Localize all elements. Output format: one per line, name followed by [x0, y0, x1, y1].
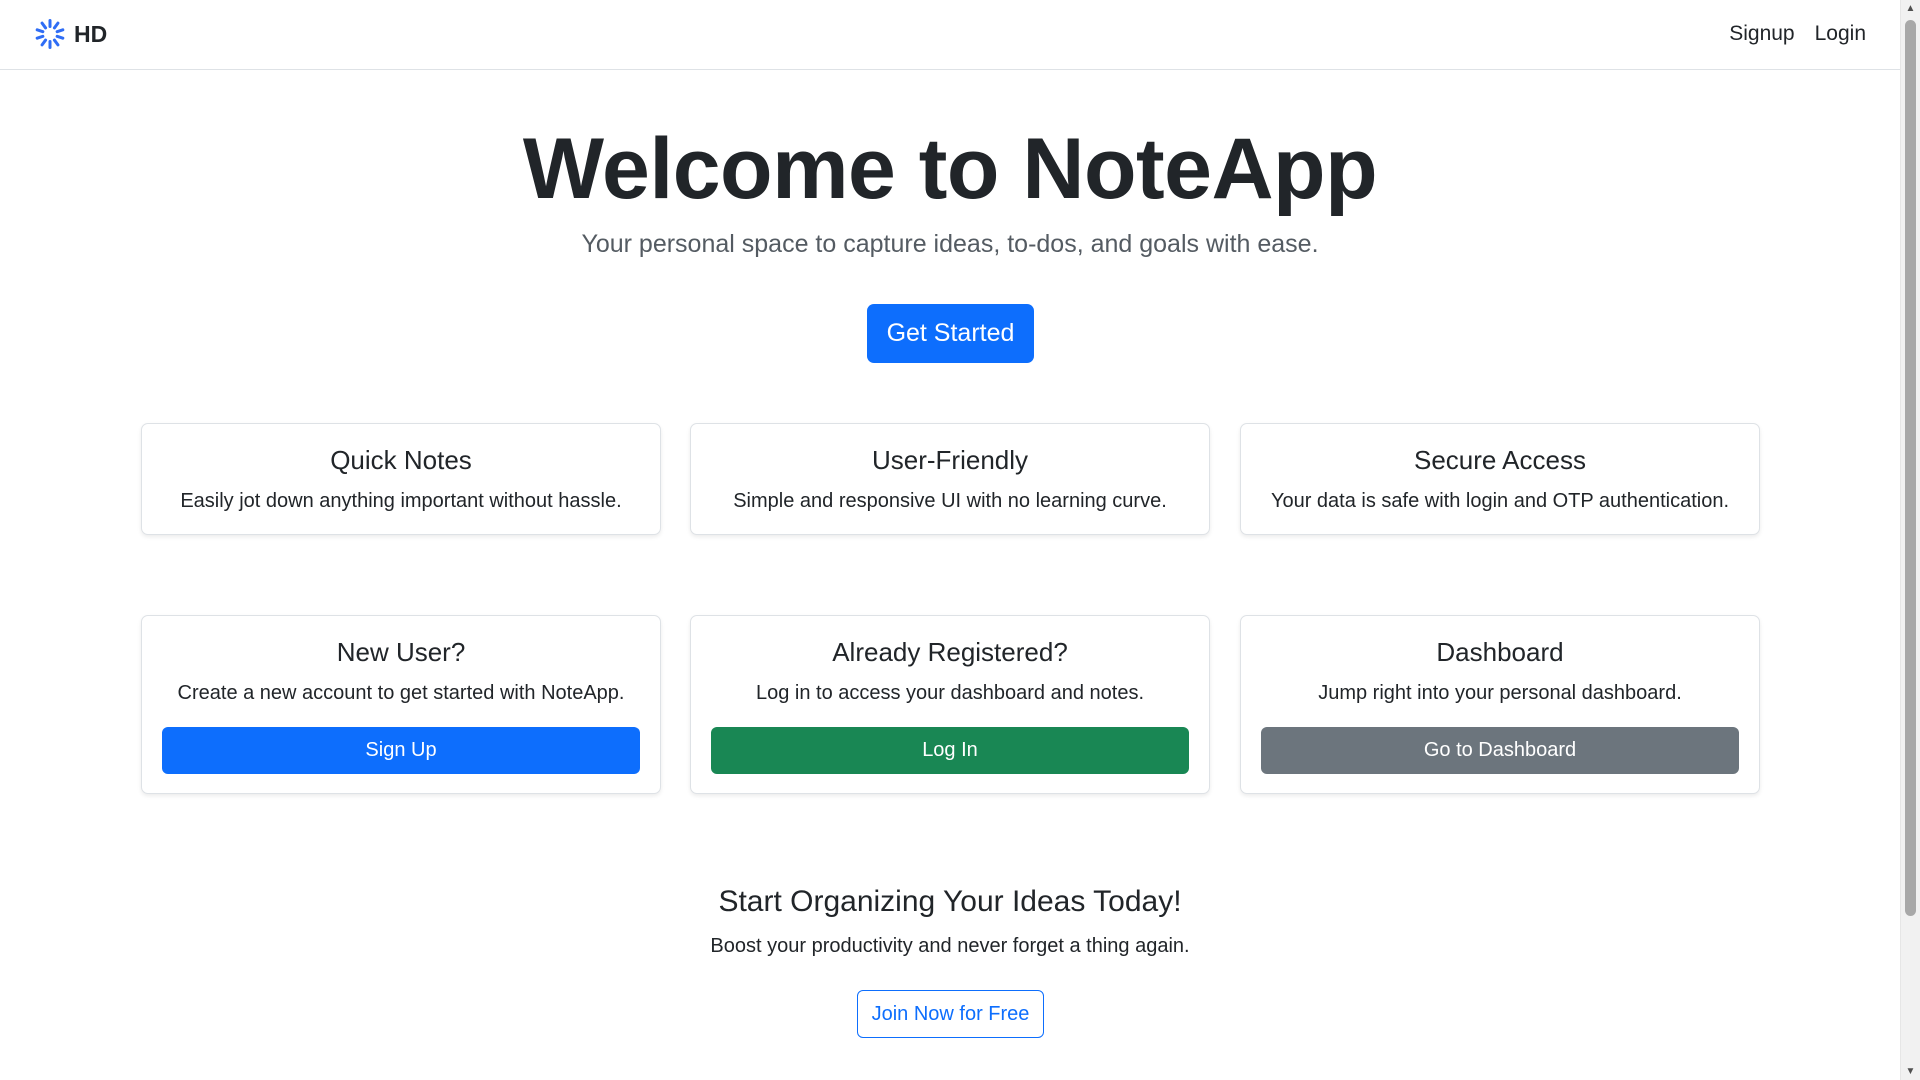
log-in-button[interactable]: Log In	[711, 727, 1189, 774]
cta-title: Start Organizing Your Ideas Today!	[718, 885, 1182, 918]
spinner-star-icon	[34, 18, 66, 50]
feature-card-user-friendly: User-Friendly Simple and responsive UI w…	[690, 423, 1210, 535]
card-text: Log in to access your dashboard and note…	[755, 682, 1145, 704]
scroll-down-arrow-icon[interactable]: ▼	[1901, 1063, 1920, 1080]
nav-login-link[interactable]: Login	[1815, 22, 1866, 46]
feature-card-secure-access: Secure Access Your data is safe with log…	[1240, 423, 1760, 535]
navbar: HD Signup Login	[0, 0, 1900, 70]
card-text: Create a new account to get started with…	[177, 682, 625, 704]
hero-title: Welcome to NoteApp	[522, 121, 1378, 217]
action-card-already-registered: Already Registered? Log in to access you…	[690, 615, 1210, 794]
card-text: Jump right into your personal dashboard.	[1318, 682, 1682, 704]
vertical-scrollbar[interactable]: ▲ ▼	[1900, 0, 1920, 1080]
card-title: Dashboard	[1436, 637, 1564, 667]
action-card-dashboard: Dashboard Jump right into your personal …	[1240, 615, 1760, 794]
action-card-new-user: New User? Create a new account to get st…	[141, 615, 661, 794]
card-title: Quick Notes	[330, 445, 472, 475]
feature-card-quick-notes: Quick Notes Easily jot down anything imp…	[141, 423, 661, 535]
go-to-dashboard-button[interactable]: Go to Dashboard	[1261, 727, 1739, 774]
sign-up-button[interactable]: Sign Up	[162, 727, 640, 774]
cta-text: Boost your productivity and never forget…	[710, 935, 1190, 957]
card-title: Already Registered?	[832, 637, 1068, 667]
card-title: User-Friendly	[871, 445, 1029, 475]
card-text: Your data is safe with login and OTP aut…	[1270, 490, 1730, 512]
card-text: Simple and responsive UI with no learnin…	[733, 490, 1167, 512]
card-title: Secure Access	[1414, 445, 1586, 475]
nav-signup-link[interactable]: Signup	[1729, 22, 1794, 46]
hero-subtitle: Your personal space to capture ideas, to…	[581, 230, 1319, 258]
nav-links: Signup Login	[1729, 22, 1866, 46]
scrollbar-thumb[interactable]	[1905, 20, 1916, 916]
page: HD Signup Login Welcome to NoteApp Your …	[0, 0, 1900, 1080]
brand-link[interactable]: HD	[34, 18, 107, 50]
brand-name: HD	[74, 20, 108, 47]
card-text: Easily jot down anything important witho…	[180, 490, 622, 512]
scroll-up-arrow-icon[interactable]: ▲	[1901, 0, 1920, 17]
join-now-button[interactable]: Join Now for Free	[857, 990, 1044, 1038]
card-title: New User?	[336, 637, 466, 667]
get-started-button[interactable]: Get Started	[867, 304, 1034, 363]
